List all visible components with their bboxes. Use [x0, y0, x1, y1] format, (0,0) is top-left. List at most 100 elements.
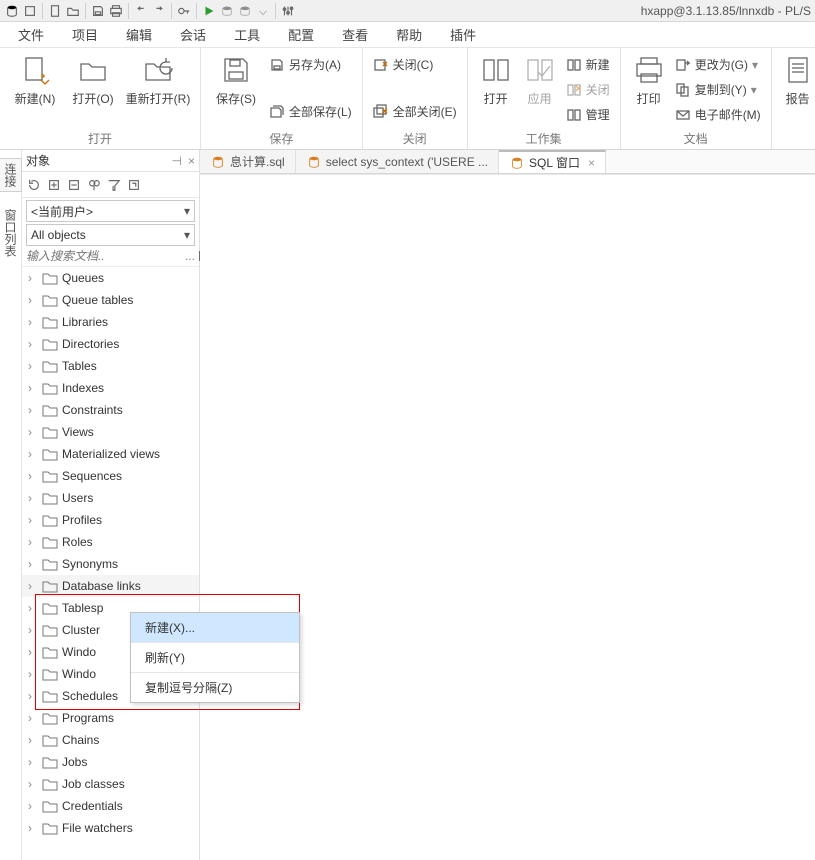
tree-node[interactable]: ›Chains [22, 729, 199, 751]
tree-node[interactable]: ›Indexes [22, 377, 199, 399]
open-button[interactable]: 打开(O) [64, 52, 122, 107]
tree-node[interactable]: ›File watchers [22, 817, 199, 839]
tree-node[interactable]: ›Users [22, 487, 199, 509]
tree-node[interactable]: ›Views [22, 421, 199, 443]
new-blank-icon[interactable] [47, 3, 63, 19]
tree-label: Roles [62, 535, 93, 549]
tree-node[interactable]: ›Queue tables [22, 289, 199, 311]
new-button[interactable]: 新建(N) [6, 52, 64, 107]
tree-node[interactable]: ›Constraints [22, 399, 199, 421]
menu-help[interactable]: 帮助 [382, 21, 436, 48]
tree-label: Queues [62, 271, 104, 285]
ctx-refresh[interactable]: 刷新(Y) [131, 643, 299, 673]
key-icon[interactable] [176, 3, 192, 19]
filter-icon[interactable] [106, 177, 122, 193]
remove-icon[interactable] [66, 177, 82, 193]
tree-label: Sequences [62, 469, 122, 483]
ws-manage-button[interactable]: 管理 [562, 104, 614, 125]
tree-node[interactable]: ›Programs [22, 707, 199, 729]
print-icon[interactable] [108, 3, 124, 19]
email-button[interactable]: 电子邮件(M) [671, 104, 765, 125]
menu-file[interactable]: 文件 [4, 21, 58, 48]
chevron-right-icon: › [28, 447, 38, 461]
reopen-button[interactable]: 重新打开(R) [122, 52, 194, 107]
tab-sql2[interactable]: select sys_context ('USERE ... [296, 150, 499, 174]
search-input[interactable] [26, 249, 183, 263]
chevron-right-icon: › [28, 381, 38, 395]
object-filter[interactable]: All objects▾ [26, 224, 195, 246]
sql-icon [509, 155, 525, 171]
tree-node[interactable]: ›Database links [22, 575, 199, 597]
close-group-label: 关闭 [369, 128, 461, 147]
refresh-icon[interactable] [26, 177, 42, 193]
find-icon[interactable] [86, 177, 102, 193]
editor-body[interactable] [200, 174, 815, 860]
print-button[interactable]: 打印 [627, 52, 671, 107]
ws-apply-button[interactable]: 应用 [518, 52, 562, 107]
new-label: 新建(N) [15, 90, 56, 107]
menu-config[interactable]: 配置 [274, 21, 328, 48]
expand-icon[interactable] [126, 177, 142, 193]
saveas-button[interactable]: 另存为(A) [265, 54, 356, 75]
close-tab-icon[interactable]: × [588, 156, 595, 170]
tree-node[interactable]: ›Synonyms [22, 553, 199, 575]
save-button[interactable]: 保存(S) [207, 52, 265, 107]
menu-view[interactable]: 查看 [328, 21, 382, 48]
open-folder-icon[interactable] [65, 3, 81, 19]
undo-icon[interactable] [133, 3, 149, 19]
tree-node[interactable]: ›Job classes [22, 773, 199, 795]
tab-sql1[interactable]: 息计算.sql [200, 150, 296, 174]
ribbon-workset-group: 打开 应用 新建 关闭 管理 工作集 [468, 48, 621, 149]
sliders-icon[interactable] [280, 3, 296, 19]
tree-node[interactable]: ›Roles [22, 531, 199, 553]
tree-node[interactable]: ›Profiles [22, 509, 199, 531]
report-button[interactable]: 报告 [778, 52, 815, 107]
db-icon[interactable] [4, 3, 20, 19]
tab-sql3[interactable]: SQL 窗口 × [499, 150, 606, 174]
tree-node[interactable]: ›Directories [22, 333, 199, 355]
ctx-copy[interactable]: 复制逗号分隔(Z) [131, 673, 299, 702]
user-selector[interactable]: <当前用户>▾ [26, 200, 195, 222]
ws-open-button[interactable]: 打开 [474, 52, 518, 107]
close-label: 关闭(C) [393, 56, 434, 73]
tree-node[interactable]: ›Sequences [22, 465, 199, 487]
pin-icon[interactable]: ⊣ [172, 154, 182, 168]
ws-new-label: 新建 [586, 56, 610, 73]
tree-node[interactable]: ›Materialized views [22, 443, 199, 465]
save-icon[interactable] [90, 3, 106, 19]
changeto-button[interactable]: 更改为(G)▾ [671, 54, 765, 75]
object-tree[interactable]: ›Queues›Queue tables›Libraries›Directori… [22, 267, 199, 860]
menu-plugin[interactable]: 插件 [436, 21, 490, 48]
open-label: 打开(O) [72, 90, 113, 107]
search-more-icon[interactable]: ... [185, 249, 195, 263]
ws-new-button[interactable]: 新建 [562, 54, 614, 75]
chevron-right-icon: › [28, 425, 38, 439]
menu-project[interactable]: 项目 [58, 21, 112, 48]
add-icon[interactable] [46, 177, 62, 193]
run-icon[interactable] [201, 3, 217, 19]
tree-node[interactable]: ›Libraries [22, 311, 199, 333]
chevron-right-icon: › [28, 403, 38, 417]
tree-node[interactable]: ›Queues [22, 267, 199, 289]
menu-tool[interactable]: 工具 [220, 21, 274, 48]
tree-node[interactable]: ›Credentials [22, 795, 199, 817]
reopen-label: 重新打开(R) [126, 90, 191, 107]
chevron-right-icon: › [28, 491, 38, 505]
ws-close-button[interactable]: 关闭 [562, 79, 614, 100]
closeall-button[interactable]: 全部关闭(E) [369, 101, 461, 122]
ctx-new[interactable]: 新建(X)... [131, 613, 299, 643]
tab-label: SQL 窗口 [529, 154, 580, 171]
square-icon[interactable] [22, 3, 38, 19]
redo-icon[interactable] [151, 3, 167, 19]
tree-label: Jobs [62, 755, 87, 769]
vtab-windowlist[interactable]: 窗口列表 [0, 204, 22, 262]
vtab-connect[interactable]: 连接 [0, 158, 22, 192]
menu-edit[interactable]: 编辑 [112, 21, 166, 48]
copyto-button[interactable]: 复制到(Y)▾ [671, 79, 765, 100]
menu-session[interactable]: 会话 [166, 21, 220, 48]
saveall-button[interactable]: 全部保存(L) [265, 101, 356, 122]
close-button[interactable]: 关闭(C) [369, 54, 461, 75]
tree-node[interactable]: ›Tables [22, 355, 199, 377]
close-panel-icon[interactable]: × [188, 154, 195, 168]
tree-node[interactable]: ›Jobs [22, 751, 199, 773]
